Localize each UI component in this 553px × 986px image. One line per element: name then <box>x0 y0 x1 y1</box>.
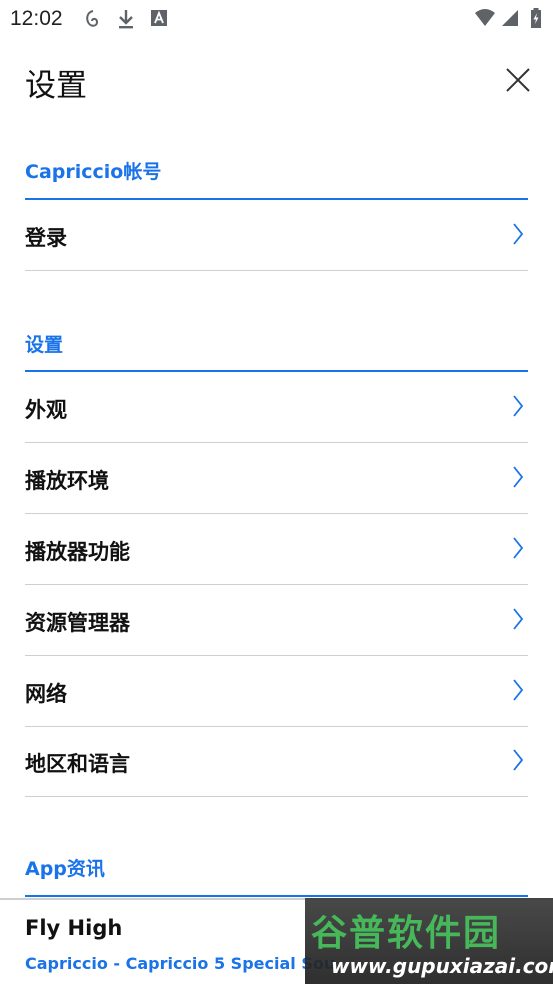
status-time: 12:02 <box>10 7 63 30</box>
watermark: 谷普软件园 www.gupuxiazai.com <box>305 898 553 984</box>
chevron-right-icon <box>513 679 524 701</box>
chevron-right-icon <box>513 223 524 245</box>
item-label: 登录 <box>25 226 67 250</box>
chevron-right-icon <box>513 395 524 417</box>
news-subtitle: Capriccio - Capriccio 5 Special Sou <box>25 954 336 973</box>
section-header-settings: 设置 <box>25 333 528 372</box>
item-label: 外观 <box>25 398 67 422</box>
header: 设置 <box>0 38 553 128</box>
list-item-network[interactable]: 网络 <box>25 656 528 727</box>
list-item-region-language[interactable]: 地区和语言 <box>25 726 528 797</box>
item-label: 网络 <box>25 682 67 706</box>
section-title: 设置 <box>25 334 64 356</box>
close-icon <box>506 68 530 92</box>
chevron-right-icon <box>513 608 524 630</box>
swirl-notification-icon <box>82 8 102 34</box>
list-item-login[interactable]: 登录 <box>25 200 528 271</box>
item-label: 地区和语言 <box>25 752 130 776</box>
chevron-right-icon <box>513 537 524 559</box>
section-header-app-info: App资讯 <box>25 857 528 897</box>
chevron-right-icon <box>513 466 524 488</box>
chevron-right-icon <box>513 749 524 771</box>
section-title: Capriccio帐号 <box>25 161 162 183</box>
text-a-icon <box>150 8 168 32</box>
watermark-url-text: www.gupuxiazai.com <box>331 954 553 978</box>
item-label: 播放环境 <box>25 469 109 493</box>
list-item-appearance[interactable]: 外观 <box>25 372 528 443</box>
close-button[interactable] <box>500 62 536 98</box>
page-title: 设置 <box>25 68 87 104</box>
item-label: 播放器功能 <box>25 540 130 564</box>
cell-signal-icon <box>500 8 520 32</box>
download-icon <box>116 8 136 34</box>
section-header-account: Capriccio帐号 <box>25 160 528 200</box>
item-label: 资源管理器 <box>25 611 130 635</box>
list-item-file-manager[interactable]: 资源管理器 <box>25 585 528 656</box>
battery-charging-icon <box>530 8 542 32</box>
watermark-main-text: 谷普软件园 <box>311 913 502 954</box>
status-bar: 12:02 <box>0 0 553 38</box>
list-item-player-functions[interactable]: 播放器功能 <box>25 514 528 585</box>
wifi-icon <box>474 8 496 32</box>
section-title: App资讯 <box>25 858 105 880</box>
news-title: Fly High <box>25 916 123 940</box>
list-item-playback-environment[interactable]: 播放环境 <box>25 443 528 514</box>
